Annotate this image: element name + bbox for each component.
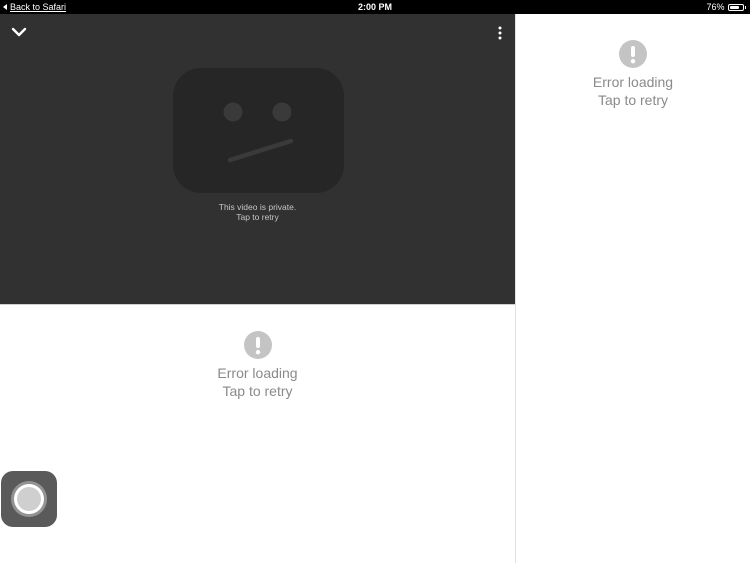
battery-fill	[729, 5, 739, 9]
battery-tip	[744, 5, 746, 9]
back-to-safari-link[interactable]: Back to Safari	[3, 0, 66, 14]
private-video-retry-label: Tap to retry	[236, 212, 279, 222]
private-video-message: This video is private.	[218, 202, 297, 212]
chevron-down-icon	[11, 27, 27, 37]
error-retry-label: Tap to retry	[222, 383, 293, 399]
collapse-player-button[interactable]	[10, 24, 28, 40]
error-title: Error loading	[217, 365, 298, 381]
panel-divider	[0, 304, 515, 305]
error-title: Error loading	[592, 74, 674, 90]
back-arrow-icon	[3, 4, 7, 10]
sad-face-icon	[173, 68, 344, 193]
right-panel-error[interactable]: Error loading Tap to retry	[516, 40, 750, 109]
video-player[interactable]: This video is private. Tap to retry	[0, 14, 515, 304]
more-vertical-icon	[498, 26, 502, 40]
exclamation-circle-icon	[619, 40, 647, 68]
private-video-retry[interactable]: This video is private. Tap to retry	[0, 202, 515, 222]
error-retry-label: Tap to retry	[597, 92, 669, 108]
player-menu-button[interactable]	[494, 25, 506, 41]
battery-icon	[727, 3, 744, 11]
assistive-touch-core	[17, 487, 41, 511]
app-screen: Back to Safari 2:00 PM 76% This video is…	[0, 0, 750, 563]
status-time: 2:00 PM	[357, 2, 392, 12]
private-video-placeholder	[173, 68, 344, 193]
back-to-safari-label: Back to Safari	[10, 2, 67, 12]
assistive-touch-button[interactable]	[1, 471, 57, 527]
bottom-panel-error[interactable]: Error loading Tap to retry	[0, 331, 515, 400]
battery-percent: 76%	[706, 2, 725, 12]
status-bar: Back to Safari 2:00 PM 76%	[0, 0, 750, 14]
exclamation-circle-icon	[243, 331, 272, 359]
battery-indicator: 76%	[706, 0, 746, 14]
